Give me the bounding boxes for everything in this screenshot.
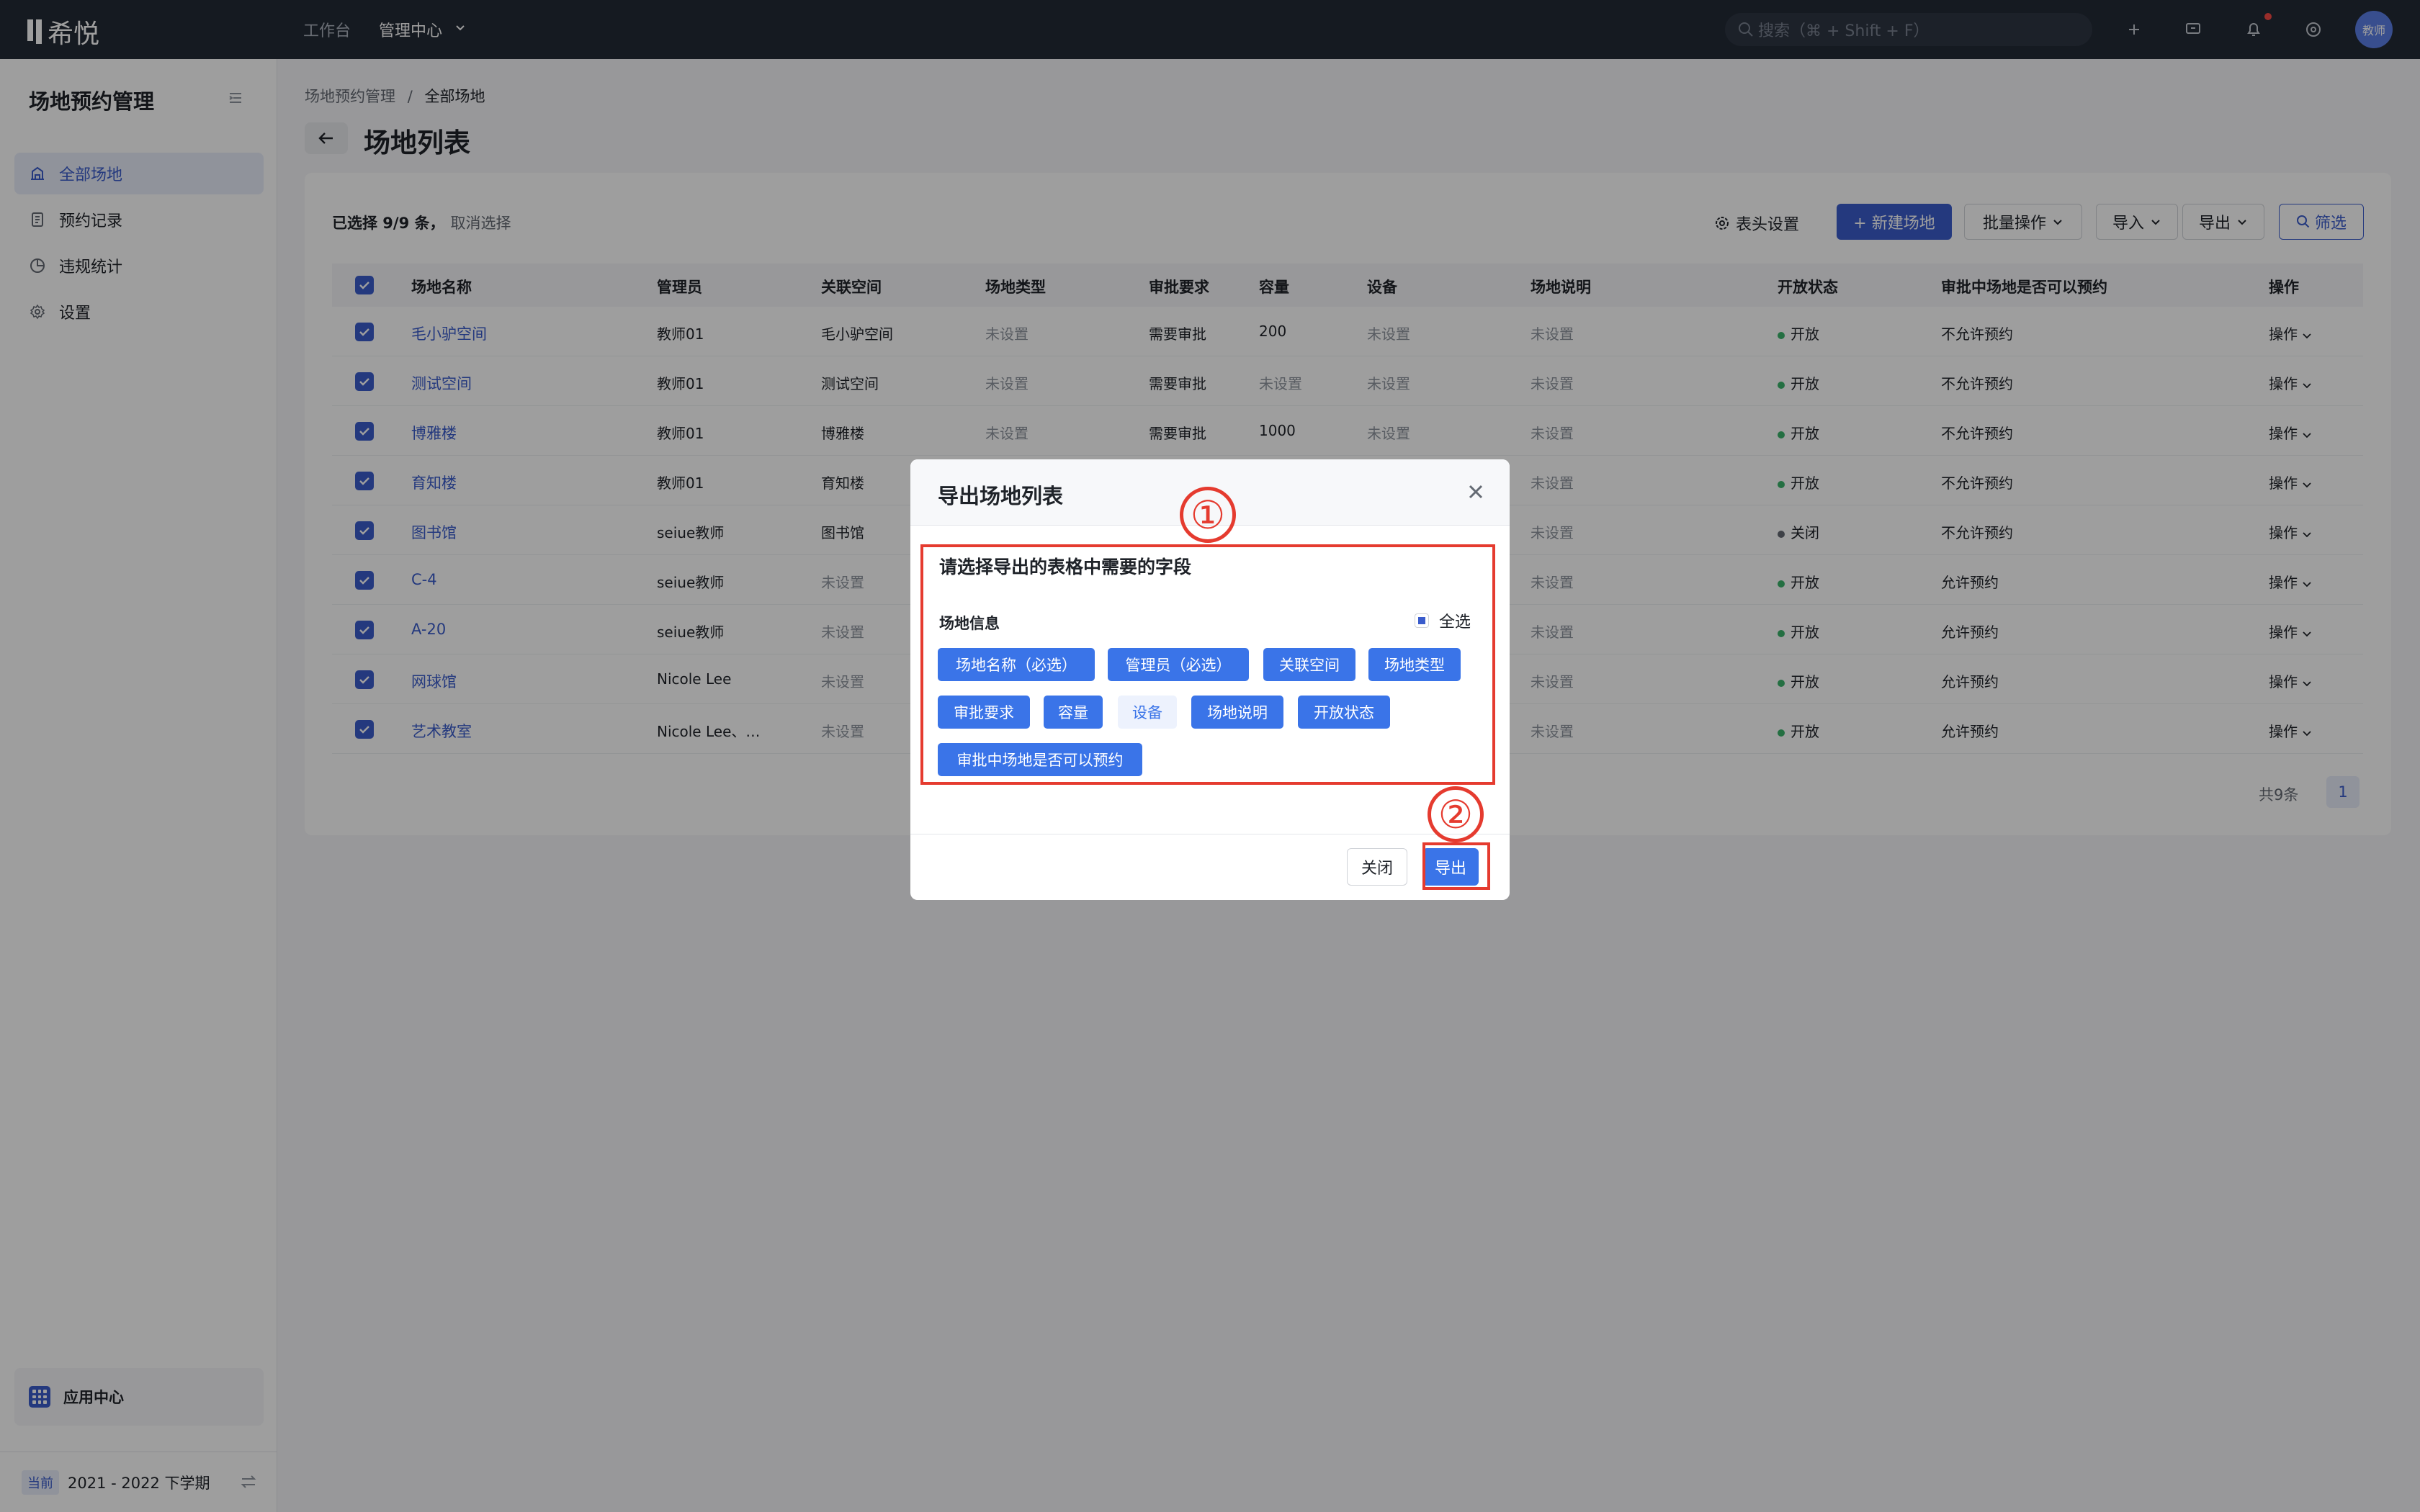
annotation-box-export <box>1422 842 1490 890</box>
annotation-number-2: ② <box>1428 786 1484 842</box>
modal-footer <box>910 834 1510 900</box>
modal-title: 导出场地列表 <box>938 484 1064 508</box>
annotation-box-fields <box>920 544 1495 785</box>
close-icon[interactable] <box>1462 478 1489 505</box>
annotation-number-1: ① <box>1180 487 1236 543</box>
close-button[interactable]: 关闭 <box>1347 848 1407 886</box>
